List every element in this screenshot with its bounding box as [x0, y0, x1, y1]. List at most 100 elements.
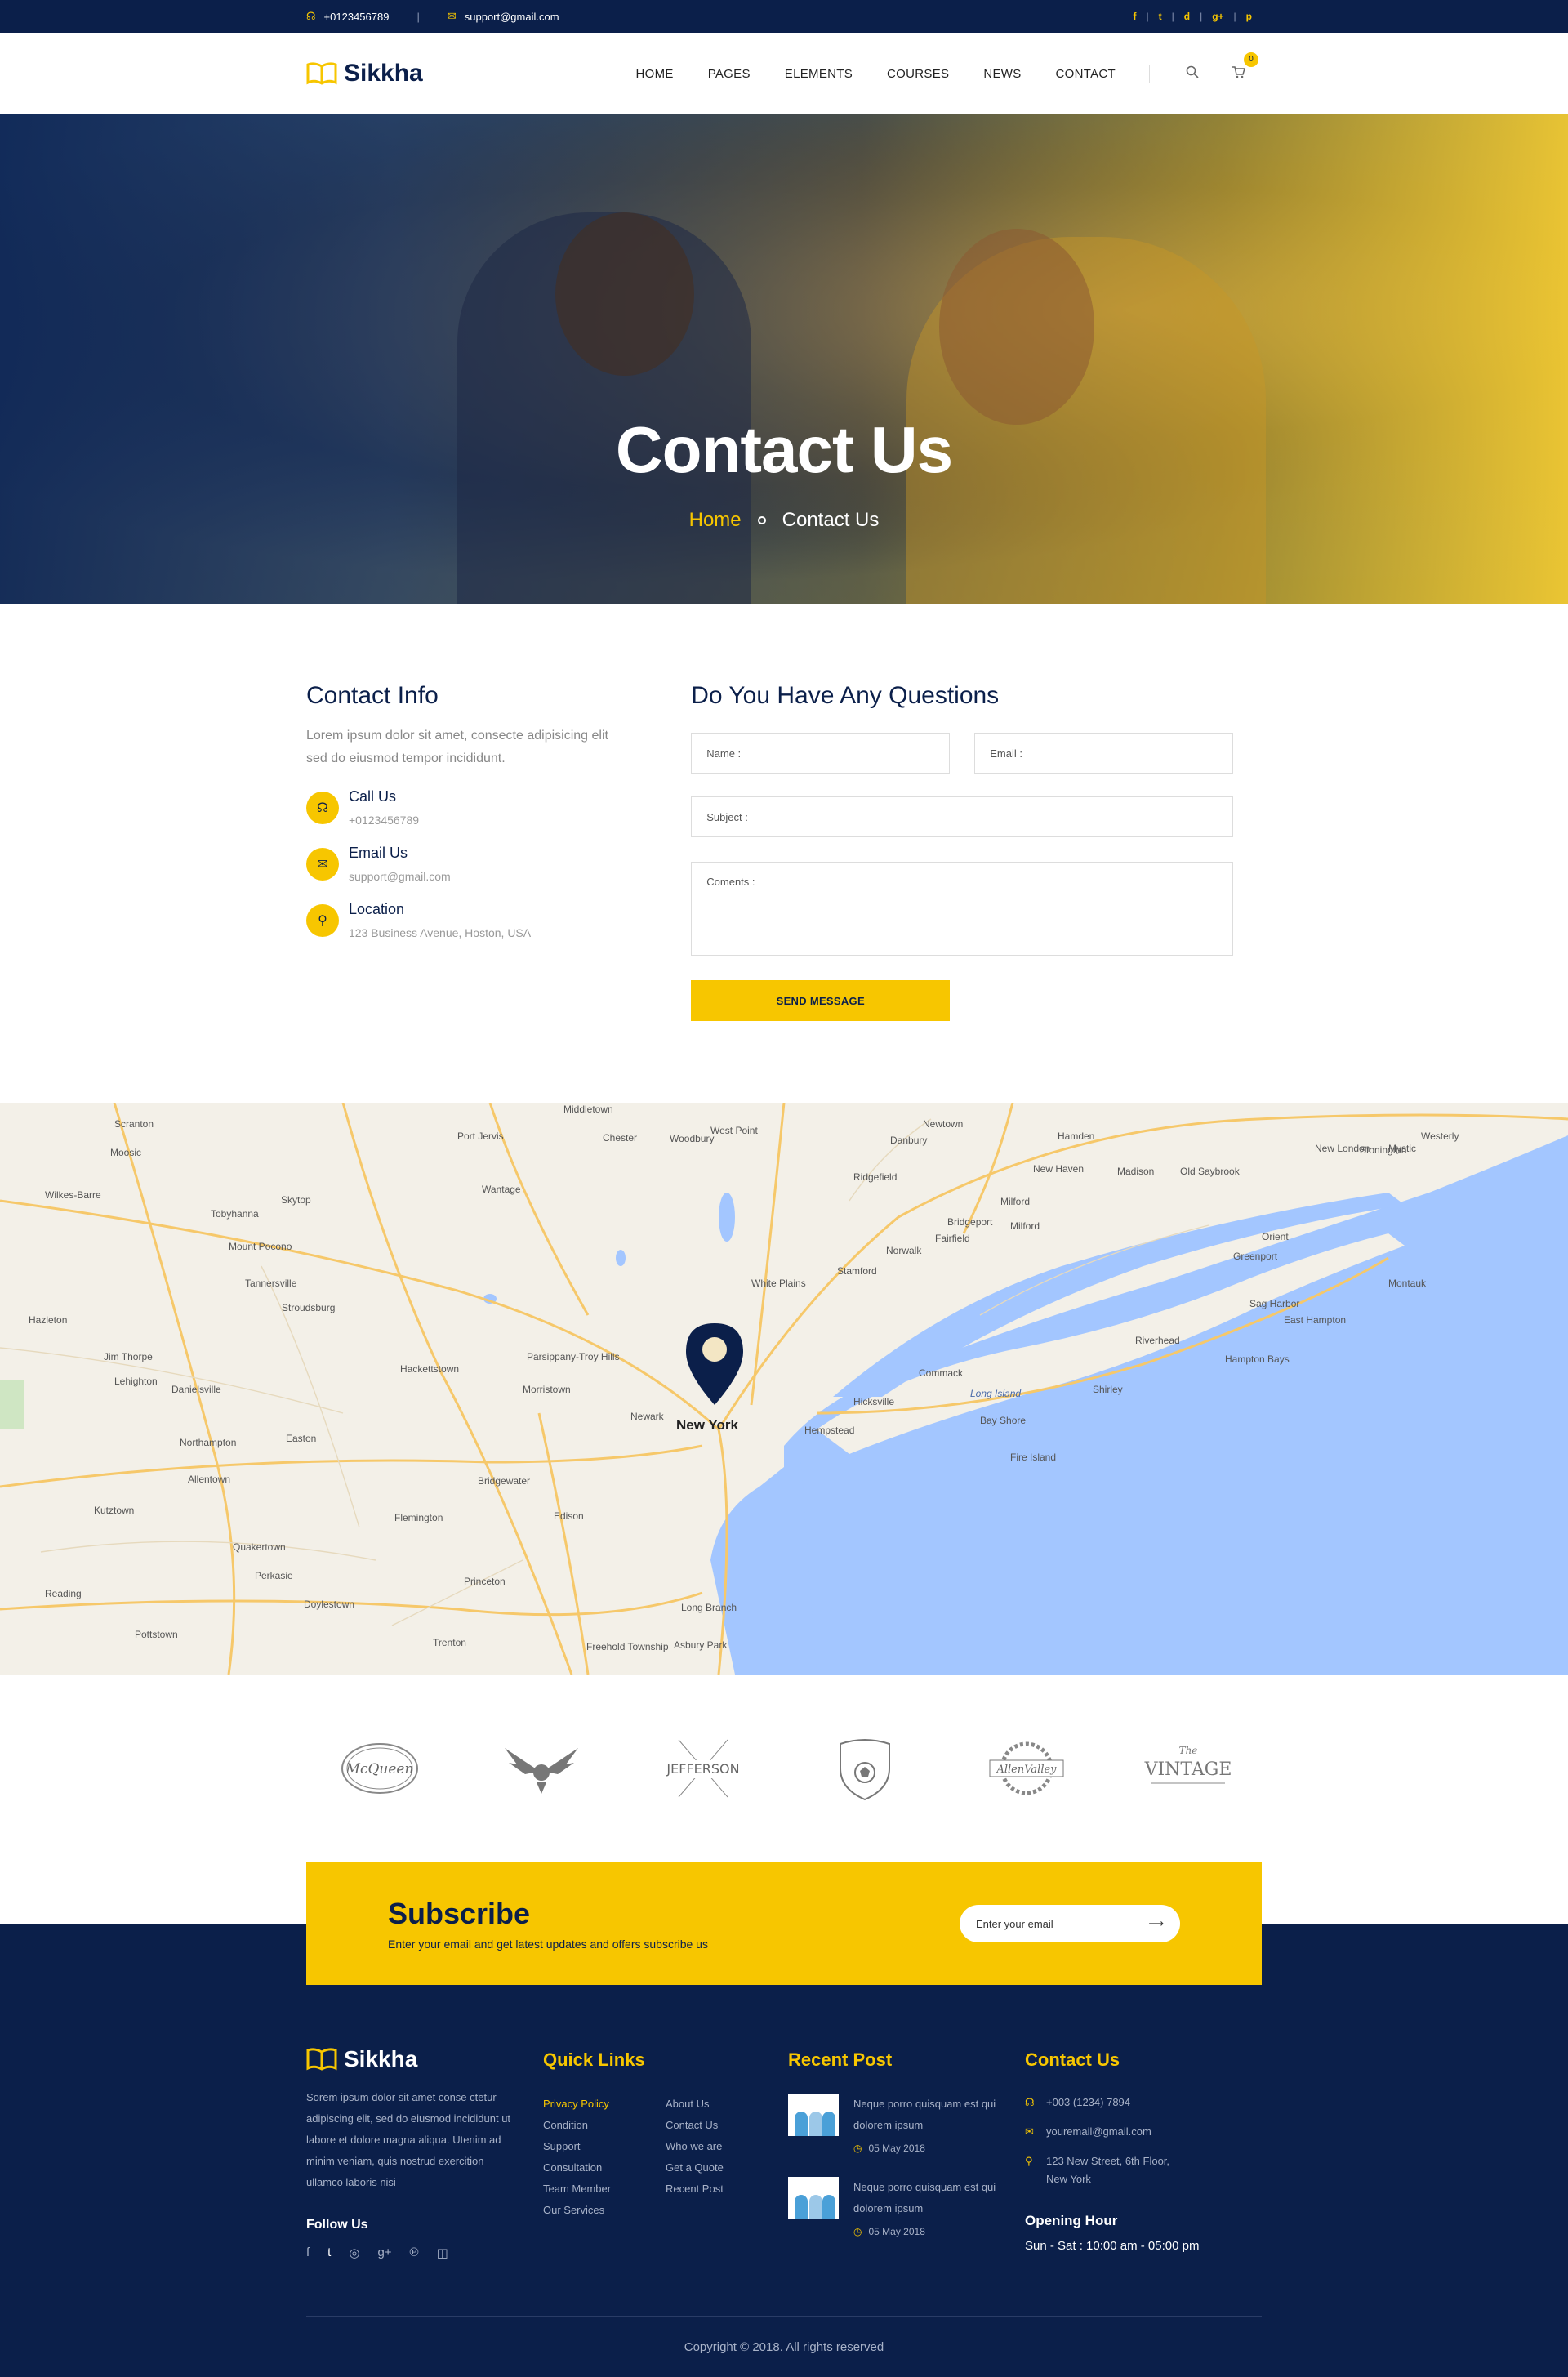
- footer-link[interactable]: Get a Quote: [666, 2157, 788, 2179]
- nav-courses[interactable]: COURSES: [870, 67, 966, 81]
- contact-item-value[interactable]: support@gmail.com: [349, 870, 451, 883]
- nav-news[interactable]: NEWS: [966, 67, 1038, 81]
- eagle-logo: [492, 1732, 590, 1805]
- footer-contact: Contact Us ☊ +003 (1234) 7894 ✉ youremail@…: [1025, 2046, 1262, 2260]
- contact-form: Do You Have Any Questions Name : Email :…: [691, 682, 1262, 1021]
- post-title[interactable]: Neque porro quisquam est qui dolorem ips…: [853, 2094, 996, 2136]
- cart-icon[interactable]: 0: [1215, 51, 1262, 83]
- instagram-icon[interactable]: ◫: [437, 2245, 448, 2260]
- dribbble-icon[interactable]: ◎: [349, 2245, 359, 2260]
- map-label: Montauk: [1388, 1278, 1427, 1289]
- arrow-right-icon[interactable]: ⟶: [1148, 1917, 1164, 1930]
- google-plus-icon[interactable]: g+: [377, 2245, 391, 2260]
- breadcrumb-current: Contact Us: [782, 509, 880, 531]
- cart-count-badge: 0: [1244, 51, 1258, 67]
- map-pin-icon: ⚲: [306, 904, 339, 937]
- allen-valley-logo: AllenValley: [978, 1732, 1076, 1805]
- contact-section: Contact Info Lorem ipsum dolor sit amet,…: [0, 604, 1568, 1103]
- footer-link[interactable]: Consultation: [543, 2157, 666, 2179]
- site-footer: Sikkha Sorem ipsum dolor sit amet conse …: [0, 1924, 1568, 2377]
- footer-link[interactable]: Privacy Policy: [543, 2094, 666, 2115]
- twitter-icon[interactable]: t: [327, 2245, 331, 2260]
- post-title[interactable]: Neque porro quisquam est qui dolorem ips…: [853, 2177, 996, 2219]
- topbar-phone[interactable]: ☊ +0123456789: [306, 10, 389, 23]
- svg-text:McQueen: McQueen: [345, 1761, 414, 1777]
- svg-text:The: The: [1179, 1745, 1198, 1756]
- envelope-icon: ✉: [447, 10, 457, 22]
- nav-pages[interactable]: PAGES: [691, 67, 768, 81]
- send-message-button[interactable]: SEND MESSAGE: [691, 980, 951, 1021]
- map-label: Morristown: [523, 1384, 571, 1395]
- search-icon[interactable]: [1169, 65, 1215, 83]
- pinterest-icon[interactable]: p: [1236, 11, 1262, 22]
- page-hero: Contact Us Home Contact Us: [0, 114, 1568, 604]
- footer-logo[interactable]: Sikkha: [306, 2046, 543, 2072]
- map-label: Moosic: [110, 1147, 141, 1158]
- footer-link[interactable]: Support: [543, 2136, 666, 2157]
- dribbble-icon[interactable]: d: [1174, 11, 1200, 22]
- vintage-logo: The VINTAGE: [1139, 1732, 1237, 1805]
- nav-elements[interactable]: ELEMENTS: [768, 67, 870, 81]
- google-plus-icon[interactable]: g+: [1202, 11, 1233, 22]
- footer-link[interactable]: Who we are: [666, 2136, 788, 2157]
- location-map[interactable]: Scranton Port Jervis Middletown West Point D…: [0, 1103, 1568, 1675]
- contact-info-lead: Lorem ipsum dolor sit amet, consecte adi…: [306, 729, 608, 765]
- footer-link[interactable]: Our Services: [543, 2200, 666, 2221]
- contact-item-value[interactable]: +0123456789: [349, 814, 419, 827]
- name-field[interactable]: Name :: [691, 733, 951, 774]
- nav-home[interactable]: HOME: [618, 67, 690, 81]
- subscribe-email-input[interactable]: Enter your email ⟶: [960, 1905, 1180, 1942]
- contact-form-title: Do You Have Any Questions: [691, 682, 1000, 709]
- footer-link[interactable]: Contact Us: [666, 2115, 788, 2136]
- map-label: Shirley: [1093, 1384, 1123, 1395]
- email-field[interactable]: Email :: [974, 733, 1234, 774]
- comments-field[interactable]: Coments :: [691, 862, 1234, 956]
- footer-link[interactable]: Condition: [543, 2115, 666, 2136]
- footer-recent-posts: Recent Post Neque porro quisquam est qui…: [788, 2046, 1025, 2260]
- map-label: Hackettstown: [400, 1363, 459, 1375]
- map-label: Tobyhanna: [211, 1208, 259, 1220]
- mcqueen-logo: McQueen: [331, 1732, 429, 1805]
- recent-post-item[interactable]: Neque porro quisquam est qui dolorem ips…: [788, 2177, 1025, 2237]
- jefferson-logo: JEFFERSON: [654, 1732, 752, 1805]
- topbar-email[interactable]: ✉ support@gmail.com: [448, 10, 559, 23]
- map-label: New York: [676, 1417, 738, 1433]
- footer-link[interactable]: Team Member: [543, 2179, 666, 2200]
- subject-field[interactable]: Subject :: [691, 796, 1234, 837]
- hero-content: Contact Us Home Contact Us: [0, 413, 1568, 532]
- map-label: Bridgeport: [947, 1216, 993, 1228]
- footer-email[interactable]: youremail@gmail.com: [1046, 2123, 1152, 2141]
- site-header: Sikkha HOME PAGES ELEMENTS COURSES NEWS …: [0, 33, 1568, 114]
- twitter-icon[interactable]: t: [1149, 11, 1172, 22]
- map-label: Danielsville: [172, 1384, 221, 1395]
- footer-phone[interactable]: +003 (1234) 7894: [1046, 2094, 1130, 2112]
- nav-contact[interactable]: CONTACT: [1039, 67, 1133, 81]
- facebook-icon[interactable]: f: [1123, 11, 1146, 22]
- svg-text:VINTAGE: VINTAGE: [1144, 1759, 1232, 1780]
- recent-post-item[interactable]: Neque porro quisquam est qui dolorem ips…: [788, 2094, 1025, 2154]
- clock-icon: ◷: [853, 2143, 862, 2154]
- map-label: West Point: [710, 1125, 758, 1136]
- map-label: East Hampton: [1284, 1314, 1346, 1326]
- top-bar: ☊ +0123456789 | ✉ support@gmail.com f | t…: [0, 0, 1568, 33]
- logo[interactable]: Sikkha: [306, 60, 423, 87]
- footer-divider: [306, 2316, 1262, 2317]
- footer-link[interactable]: Recent Post: [666, 2179, 788, 2200]
- open-book-icon: [306, 62, 337, 85]
- open-book-icon: [306, 2048, 337, 2071]
- map-label: Easton: [286, 1433, 316, 1444]
- pinterest-icon[interactable]: ℗: [410, 2245, 419, 2260]
- breadcrumb-home[interactable]: Home: [689, 509, 742, 532]
- facebook-icon[interactable]: f: [306, 2245, 310, 2260]
- post-thumbnail: [788, 2094, 839, 2136]
- footer-link[interactable]: About Us: [666, 2094, 788, 2115]
- topbar-email-text: support@gmail.com: [464, 10, 559, 23]
- map-label: Tannersville: [245, 1278, 297, 1289]
- post-thumbnail: [788, 2177, 839, 2219]
- map-label: Wilkes-Barre: [45, 1189, 101, 1201]
- opening-hour-value: Sun - Sat : 10:00 am - 05:00 pm: [1025, 2239, 1200, 2253]
- map-label: Skytop: [281, 1194, 311, 1206]
- map-label: Greenport: [1233, 1251, 1278, 1262]
- divider: |: [416, 10, 420, 23]
- contact-info-title: Contact Info: [306, 682, 439, 709]
